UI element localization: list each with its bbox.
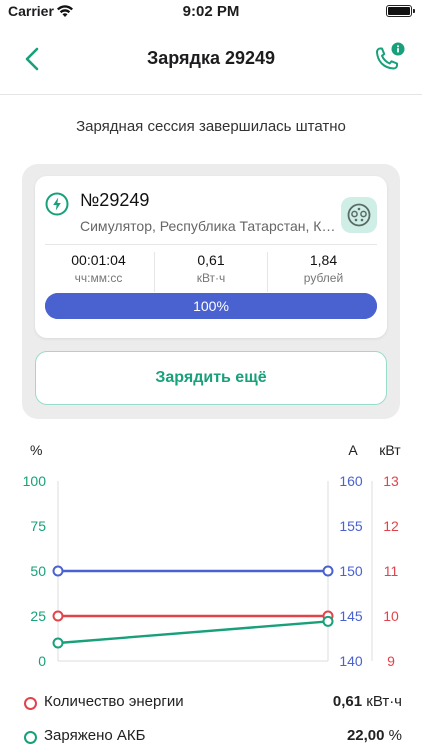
charge-progress-bar: 100%: [45, 293, 377, 319]
data-point: [322, 565, 334, 577]
battery-icon: [386, 5, 415, 17]
cost-label: рублей: [303, 271, 344, 285]
cost-stat: 1,84 рублей: [270, 252, 377, 290]
legend-value: 0,61 кВт·ч: [332, 693, 402, 710]
stat-divider: [154, 252, 155, 292]
tick-label: 12: [383, 518, 399, 534]
tick-label: 155: [339, 518, 363, 534]
legend-marker: [24, 731, 37, 744]
session-card: №29249 Симулятор, Республика Татарстан, …: [35, 176, 387, 338]
lightning-icon: [45, 192, 69, 216]
chart-legend: Количество энергии 0,61 кВт·ч Заряжено А…: [0, 688, 422, 748]
status-bar: Carrier 9:02 PM: [0, 0, 422, 24]
session-status-text: Зарядная сессия завершилась штатно: [76, 118, 346, 135]
station-location: Симулятор, Республика Татарстан, Казань: [80, 218, 340, 234]
tick-label: 25: [30, 608, 46, 624]
progress-text: 100%: [193, 298, 229, 314]
data-point: [52, 610, 64, 622]
axis-label: А: [348, 442, 358, 458]
page-title: Зарядка 29249: [146, 48, 276, 68]
session-number: №29249: [80, 190, 150, 210]
tick-label: 100: [23, 473, 47, 489]
series-line: [57, 620, 329, 645]
legend-label: Количество энергии: [44, 693, 184, 710]
tick-label: 9: [387, 653, 395, 669]
tick-label: 150: [339, 563, 363, 579]
charge-again-button[interactable]: Зарядить ещё: [35, 351, 387, 405]
axis-label: кВт: [379, 442, 401, 458]
tick-label: 160: [339, 473, 363, 489]
energy-value: 0,61: [197, 252, 225, 268]
nav-bar: Зарядка 29249: [0, 34, 422, 84]
charging-chart: % АкВт100 160 1375 155 1250 150 1125 145 100 140 9: [23, 442, 402, 669]
phone-info-icon[interactable]: [370, 40, 408, 76]
card-divider: [45, 244, 377, 245]
tick-label: 0: [38, 653, 46, 669]
stat-divider: [267, 252, 268, 292]
legend-value: 22,00 %: [346, 727, 402, 744]
axis-label: %: [30, 442, 42, 458]
energy-stat: 0,61 кВт·ч: [157, 252, 265, 290]
session-panel: №29249 Симулятор, Республика Татарстан, …: [22, 164, 400, 419]
energy-label: кВт·ч: [196, 271, 226, 285]
tick-label: 10: [383, 608, 399, 624]
cost-value: 1,84: [309, 252, 338, 268]
legend-label: Заряжено АКБ: [44, 727, 146, 744]
legend-item-energy: Количество энергии 0,61 кВт·ч: [24, 692, 402, 716]
data-point: [52, 565, 64, 577]
duration-label: чч:мм:сс: [74, 271, 123, 285]
tick-label: 140: [339, 653, 363, 669]
legend-marker: [24, 697, 37, 710]
tick-label: 11: [384, 563, 399, 579]
nav-divider: [0, 94, 422, 95]
tick-label: 50: [30, 563, 46, 579]
data-point: [322, 615, 334, 627]
data-point: [52, 637, 64, 649]
connector-type-icon: [341, 197, 377, 233]
legend-item-battery: Заряжено АКБ 22,00 %: [24, 726, 402, 750]
tick-label: 75: [30, 518, 46, 534]
tick-label: 13: [383, 473, 399, 489]
duration-stat: 00:01:04 чч:мм:сс: [45, 252, 152, 290]
status-time: 9:02 PM: [182, 3, 240, 20]
duration-value: 00:01:04: [71, 252, 126, 268]
tick-label: 145: [339, 608, 363, 624]
